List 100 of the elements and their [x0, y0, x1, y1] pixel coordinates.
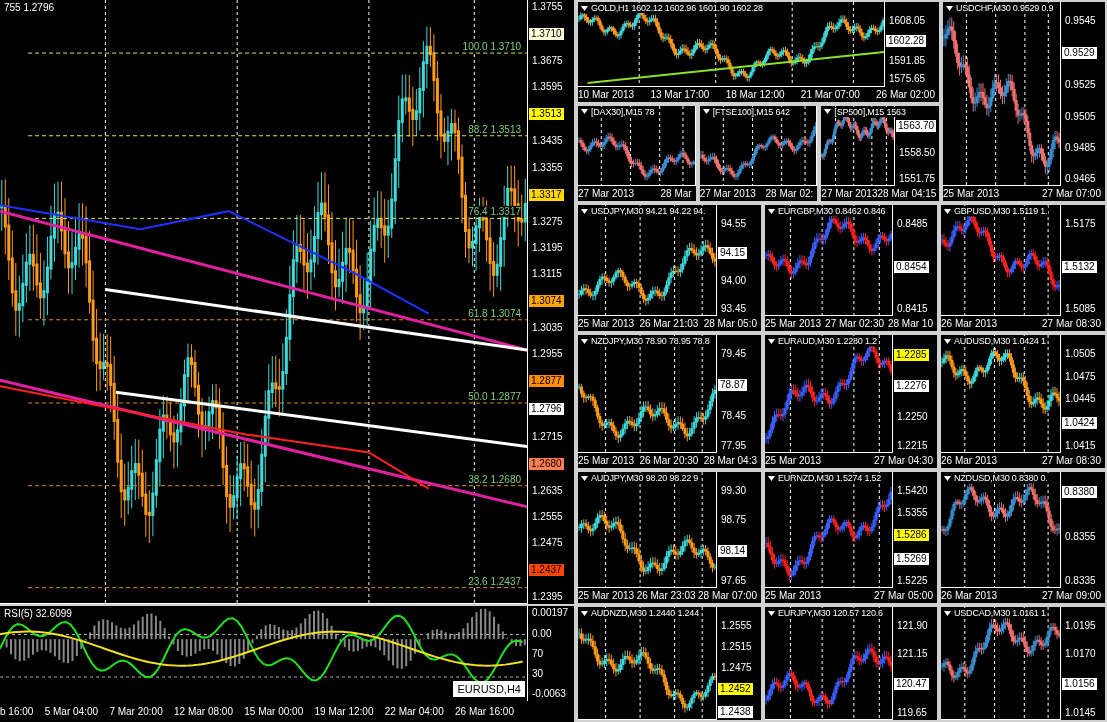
dropdown-triangle-icon[interactable]: [702, 109, 710, 114]
price-label: 1.0445: [1064, 394, 1097, 404]
time-label: 5 Mar 04:00: [44, 706, 99, 718]
price-tag: 1.3074: [529, 295, 564, 308]
price-label: 1.3115: [531, 268, 563, 279]
price-label: 1558.50: [898, 147, 937, 158]
price-label: 1.2635: [531, 485, 564, 496]
chart-title: NZDJPY,M30 78.90 78.95 78.8: [581, 336, 711, 346]
price-tag: 120.47: [894, 677, 929, 690]
price-label: 98.75: [720, 515, 748, 526]
fibonacci-level-label: 50.0 1.2877: [468, 390, 521, 402]
price-tag: 1.2438: [718, 706, 753, 718]
price-label: 1.2250: [896, 411, 929, 422]
dropdown-triangle-icon[interactable]: [581, 475, 588, 481]
price-tag: 1.3710: [529, 28, 564, 41]
price-label: 1.2955: [531, 349, 564, 360]
time-label: 25 Mar 2013: [578, 590, 635, 601]
price-tag: 1.5269: [894, 552, 929, 565]
time-label: 27 Mar 08:30: [1042, 318, 1101, 329]
dropdown-triangle-icon[interactable]: [581, 208, 588, 214]
price-label: 1.3675: [531, 56, 564, 67]
time-label: 26 Mar 16:00: [455, 706, 514, 718]
chart-title: EURJPY,M30 120.57 120.6: [768, 608, 884, 618]
symbol-label: EURUSD,H4: [453, 681, 525, 698]
price-tag: 1.2680: [529, 457, 564, 470]
price-label: 1591.85: [888, 55, 927, 66]
price-tag: 1.2796: [529, 403, 564, 416]
time-label: 27 Mar 2013: [578, 188, 635, 199]
chart-title: 755 1.2796: [4, 2, 55, 13]
price-label: 1.3355: [531, 162, 564, 173]
price-label: 1.0475: [1064, 371, 1097, 382]
dropdown-triangle-icon[interactable]: [581, 338, 588, 344]
price-tag: 1.2285: [894, 349, 929, 361]
time-label: 12 Mar 08:00: [174, 706, 233, 718]
time-label: 25 Mar 2013: [765, 455, 822, 466]
price-label: 1.2395: [531, 592, 564, 603]
time-label: 13 Mar 17:00: [650, 88, 710, 100]
time-label: 27 Mar 09:00: [1042, 590, 1101, 601]
price-label: 0.8415: [896, 304, 929, 314]
price-tag: 1.5286: [894, 529, 929, 541]
price-label: 1.2715: [531, 431, 564, 442]
dropdown-triangle-icon[interactable]: [581, 109, 588, 114]
price-label: 121.90: [896, 621, 929, 631]
time-label: 27 Mar 07:00: [1042, 188, 1101, 199]
fibonacci-level-label: 23.6 1.2437: [468, 575, 521, 587]
price-label: 1.3435: [531, 136, 564, 147]
price-label: 119.65: [896, 708, 928, 718]
price-label: 0.9465: [1064, 173, 1097, 184]
price-label: 1.2555: [531, 511, 564, 522]
price-label: 1.5175: [1064, 219, 1097, 229]
price-label: 1551.75: [898, 174, 937, 184]
price-label: 121.15: [896, 649, 929, 660]
price-label: 1.5355: [896, 507, 929, 518]
dropdown-triangle-icon[interactable]: [944, 208, 951, 214]
fibonacci-level-label: 76.4 1.3317: [468, 206, 521, 218]
time-label: 25 Mar 2013: [578, 455, 635, 466]
dropdown-triangle-icon[interactable]: [944, 475, 951, 481]
price-tag: 0.8454: [894, 260, 929, 273]
dropdown-triangle-icon[interactable]: [768, 338, 775, 344]
price-label: 97.65: [720, 576, 748, 586]
dropdown-triangle-icon[interactable]: [944, 338, 951, 344]
price-tag: 1.0156: [1062, 677, 1097, 690]
time-label: 25 Mar 2013: [578, 318, 635, 329]
price-label: 1.0505: [1064, 349, 1097, 359]
price-label: 1.5225: [896, 576, 929, 586]
time-label: 28 Mar 07:00: [698, 590, 757, 601]
chart-title: USDCAD,M30 1.0161 1: [944, 608, 1047, 618]
dropdown-triangle-icon[interactable]: [768, 610, 775, 616]
dropdown-triangle-icon[interactable]: [581, 610, 588, 616]
dropdown-triangle-icon[interactable]: [768, 475, 775, 481]
dropdown-triangle-icon[interactable]: [581, 5, 588, 11]
dropdown-triangle-icon[interactable]: [944, 610, 951, 616]
dropdown-triangle-icon[interactable]: [768, 208, 775, 214]
price-tag: 0.9529: [1062, 47, 1097, 60]
price-tag: 78.87: [718, 379, 748, 391]
price-label: 1.2475: [531, 537, 564, 548]
time-label: 27 Mar 04:30: [874, 455, 933, 466]
time-label: 26 Mar 2013: [941, 318, 998, 329]
chart-title: AUDNZD,M30 1.2440 1.244: [581, 608, 700, 618]
price-label: 1.2215: [896, 441, 929, 451]
time-label: 15 Mar 00:00: [244, 706, 304, 718]
indicator-axis-label: 30: [531, 668, 545, 679]
dropdown-triangle-icon[interactable]: [946, 5, 953, 11]
chart-title: [FTSE100],M15 642: [702, 106, 791, 117]
price-label: 93.45: [720, 303, 748, 314]
fibonacci-level-label: 61.8 1.3074: [468, 307, 521, 319]
price-label: 1.5420: [896, 486, 929, 496]
price-label: 1.2475: [720, 662, 753, 673]
fibonacci-level-label: 100.0 1.3710: [462, 41, 521, 52]
price-tag: 1.2877: [529, 375, 564, 388]
time-label: 7 Mar 20:00: [109, 706, 163, 718]
price-tag: 1.0424: [1062, 416, 1097, 429]
dropdown-triangle-icon[interactable]: [824, 109, 832, 114]
price-label: 1.3035: [531, 323, 564, 334]
chart-title: USDCHF,M30 0.9529 0.9: [946, 3, 1055, 13]
price-label: 1.3595: [531, 82, 564, 93]
price-label: 1.3195: [531, 242, 564, 253]
price-label: 99.30: [720, 486, 748, 496]
indicator-axis-label: 0.00197: [531, 608, 570, 619]
time-label: 19 Mar 12:00: [314, 706, 374, 718]
